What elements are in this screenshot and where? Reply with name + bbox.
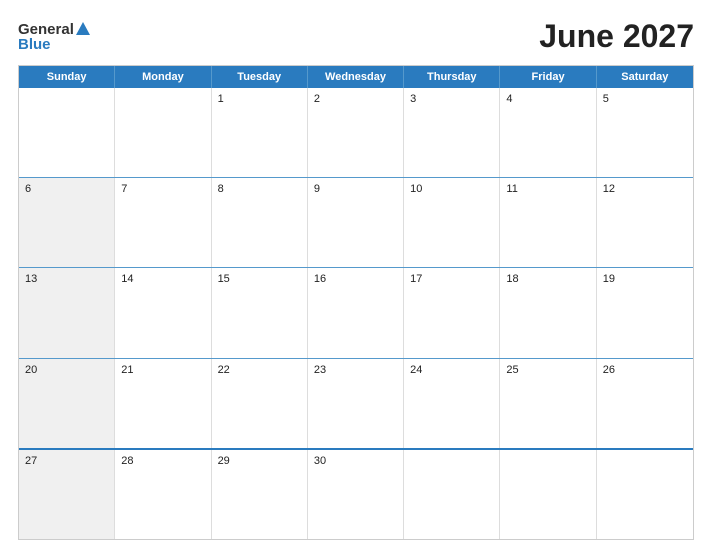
calendar-header-monday: Monday [115, 66, 211, 88]
day-number: 5 [603, 93, 687, 105]
day-number: 4 [506, 93, 589, 105]
calendar-cell: 24 [404, 359, 500, 448]
day-number: 3 [410, 93, 493, 105]
calendar-cell: 9 [308, 178, 404, 267]
day-number: 20 [25, 364, 108, 376]
logo-blue-text: Blue [18, 37, 51, 52]
calendar-cell: 26 [597, 359, 693, 448]
header: General Blue June 2027 [18, 18, 694, 55]
calendar-week-1: 1 2 3 4 5 [19, 88, 693, 177]
calendar-cell: 13 [19, 268, 115, 357]
calendar-week-3: 13 14 15 16 17 18 19 [19, 267, 693, 357]
calendar-cell: 6 [19, 178, 115, 267]
calendar-cell: 14 [115, 268, 211, 357]
day-number: 10 [410, 183, 493, 195]
day-number: 23 [314, 364, 397, 376]
day-number: 8 [218, 183, 301, 195]
day-number: 11 [506, 183, 589, 195]
day-number: 30 [314, 455, 397, 467]
calendar-body: 1234567891011121314151617181920212223242… [19, 88, 693, 539]
day-number: 2 [314, 93, 397, 105]
calendar-header-wednesday: Wednesday [308, 66, 404, 88]
calendar-cell: 4 [500, 88, 596, 177]
day-number: 17 [410, 273, 493, 285]
calendar-cell: 16 [308, 268, 404, 357]
day-number: 13 [25, 273, 108, 285]
day-number: 26 [603, 364, 687, 376]
calendar-cell [597, 450, 693, 539]
calendar-week-4: 20 21 22 23 24 25 26 [19, 358, 693, 448]
calendar-cell [19, 88, 115, 177]
calendar-cell: 2 [308, 88, 404, 177]
calendar-cell: 27 [19, 450, 115, 539]
calendar-cell: 22 [212, 359, 308, 448]
day-number: 7 [121, 183, 204, 195]
calendar-cell: 7 [115, 178, 211, 267]
calendar-cell [404, 450, 500, 539]
calendar-cell: 5 [597, 88, 693, 177]
day-number: 12 [603, 183, 687, 195]
calendar-cell: 28 [115, 450, 211, 539]
calendar-cell: 29 [212, 450, 308, 539]
calendar-title: June 2027 [539, 18, 694, 55]
day-number: 18 [506, 273, 589, 285]
day-number: 22 [218, 364, 301, 376]
day-number: 15 [218, 273, 301, 285]
calendar-header-thursday: Thursday [404, 66, 500, 88]
day-number: 21 [121, 364, 204, 376]
page: General Blue June 2027 SundayMondayTuesd… [0, 0, 712, 550]
calendar-cell: 30 [308, 450, 404, 539]
calendar-header-row: SundayMondayTuesdayWednesdayThursdayFrid… [19, 66, 693, 88]
calendar-cell: 12 [597, 178, 693, 267]
calendar-cell [115, 88, 211, 177]
calendar-cell: 25 [500, 359, 596, 448]
calendar-header-friday: Friday [500, 66, 596, 88]
calendar-cell: 15 [212, 268, 308, 357]
calendar-cell: 21 [115, 359, 211, 448]
calendar-cell: 17 [404, 268, 500, 357]
calendar-cell: 18 [500, 268, 596, 357]
calendar-cell: 23 [308, 359, 404, 448]
calendar-cell: 20 [19, 359, 115, 448]
day-number: 14 [121, 273, 204, 285]
logo-triangle-icon [76, 22, 90, 35]
day-number: 19 [603, 273, 687, 285]
day-number: 25 [506, 364, 589, 376]
day-number: 24 [410, 364, 493, 376]
calendar-cell: 8 [212, 178, 308, 267]
calendar-week-2: 6 7 8 9 10 11 12 [19, 177, 693, 267]
calendar-cell [500, 450, 596, 539]
calendar-header-sunday: Sunday [19, 66, 115, 88]
day-number: 9 [314, 183, 397, 195]
calendar: SundayMondayTuesdayWednesdayThursdayFrid… [18, 65, 694, 540]
day-number: 1 [218, 93, 301, 105]
calendar-header-tuesday: Tuesday [212, 66, 308, 88]
calendar-cell: 10 [404, 178, 500, 267]
calendar-cell: 1 [212, 88, 308, 177]
day-number: 28 [121, 455, 204, 467]
calendar-week-5: 27 28 29 30 [19, 448, 693, 539]
logo: General Blue [18, 22, 90, 52]
day-number: 16 [314, 273, 397, 285]
calendar-cell: 11 [500, 178, 596, 267]
day-number: 6 [25, 183, 108, 195]
calendar-cell: 3 [404, 88, 500, 177]
day-number: 27 [25, 455, 108, 467]
calendar-header-saturday: Saturday [597, 66, 693, 88]
logo-general-text: General [18, 22, 74, 37]
calendar-cell: 19 [597, 268, 693, 357]
day-number: 29 [218, 455, 301, 467]
